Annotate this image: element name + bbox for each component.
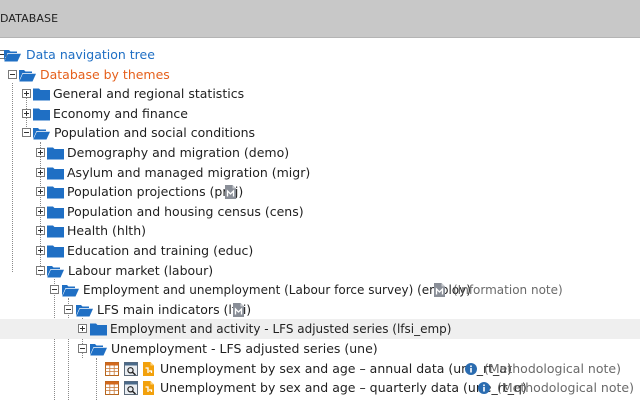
table-view-icon[interactable]: [105, 381, 119, 396]
tree-label[interactable]: Health (hlth): [67, 223, 146, 239]
tree-label[interactable]: Population projections (proj): [67, 184, 243, 200]
dataset-label[interactable]: Unemployment by sex and age – quarterly …: [160, 380, 527, 396]
tree-node-demo[interactable]: Demography and migration (demo): [0, 143, 640, 163]
tree-node-general[interactable]: General and regional statistics: [0, 84, 640, 104]
tree-label-active[interactable]: Database by themes: [40, 67, 170, 83]
tree-label[interactable]: Economy and finance: [53, 106, 188, 122]
tree-node-une-rt-a[interactable]: Unemployment by sex and age – annual dat…: [0, 359, 640, 379]
tree-label[interactable]: Demography and migration (demo): [67, 145, 289, 161]
tree-node-cens[interactable]: Population and housing census (cens): [0, 202, 640, 222]
tree-node-themes[interactable]: Database by themes: [0, 65, 640, 85]
tree-label[interactable]: Population and social conditions: [54, 125, 255, 141]
collapse-toggle[interactable]: [64, 304, 73, 314]
tree-node-migr[interactable]: Asylum and managed migration (migr): [0, 163, 640, 183]
folder-open-icon: [90, 344, 107, 356]
collapse-toggle[interactable]: [78, 344, 87, 353]
expand-toggle[interactable]: [36, 187, 45, 197]
tree-label[interactable]: Employment and activity - LFS adjusted s…: [110, 321, 451, 337]
header-title: DATABASE: [0, 12, 59, 25]
folder-open-icon: [4, 50, 21, 62]
tree-node-hlth[interactable]: Health (hlth): [0, 221, 640, 241]
metadata-document-icon[interactable]: [225, 185, 236, 200]
collapse-toggle[interactable]: [22, 128, 31, 138]
download-dataset-icon[interactable]: [143, 381, 154, 396]
expand-toggle[interactable]: [36, 167, 45, 177]
tree-node-une-rt-q[interactable]: Unemployment by sex and age – quarterly …: [0, 378, 640, 398]
folder-icon: [33, 88, 50, 101]
tree-label[interactable]: Employment and unemployment (Labour forc…: [83, 282, 471, 298]
methodological-note-link[interactable]: (Methodological note): [484, 361, 621, 377]
tree-node-root[interactable]: Data navigation tree: [0, 45, 640, 65]
expand-toggle[interactable]: [78, 324, 87, 334]
folder-icon: [47, 245, 64, 258]
tree-label[interactable]: Data navigation tree: [26, 47, 155, 63]
metadata-document-icon[interactable]: [233, 302, 244, 317]
folder-icon: [47, 225, 64, 238]
tree-node-lfsi[interactable]: LFS main indicators (lfsi): [0, 300, 640, 320]
navigation-tree: Data navigation tree Database by themes …: [0, 38, 640, 400]
collapse-toggle[interactable]: [36, 265, 45, 275]
folder-icon: [47, 147, 64, 160]
folder-icon: [90, 323, 107, 336]
tree-label[interactable]: Education and training (educ): [67, 243, 253, 259]
tree-label[interactable]: Population and housing census (cens): [67, 204, 304, 220]
tree-node-employ[interactable]: Employment and unemployment (Labour forc…: [0, 280, 640, 300]
database-header: DATABASE: [0, 0, 640, 38]
tree-node-labour[interactable]: Labour market (labour): [0, 261, 640, 281]
expand-toggle[interactable]: [36, 206, 45, 216]
metadata-document-icon[interactable]: [434, 283, 445, 298]
tree-node-economy[interactable]: Economy and finance: [0, 104, 640, 124]
tree-node-lfsi-emp[interactable]: Employment and activity - LFS adjusted s…: [0, 319, 640, 339]
expand-toggle[interactable]: [22, 108, 31, 118]
expand-toggle[interactable]: [22, 89, 31, 99]
folder-icon: [47, 186, 64, 199]
tree-node-une[interactable]: Unemployment - LFS adjusted series (une): [0, 339, 640, 359]
folder-icon: [47, 206, 64, 219]
tree-label[interactable]: LFS main indicators (lfsi): [97, 302, 251, 318]
download-dataset-icon[interactable]: [143, 361, 154, 376]
collapse-toggle[interactable]: [50, 285, 59, 295]
expand-toggle[interactable]: [36, 148, 45, 157]
folder-icon: [47, 167, 64, 180]
folder-open-icon: [62, 285, 79, 297]
info-icon[interactable]: [478, 382, 490, 395]
folder-icon: [33, 108, 50, 121]
data-explorer-icon[interactable]: [124, 381, 138, 396]
tree-node-proj[interactable]: Population projections (proj): [0, 182, 640, 202]
expand-toggle[interactable]: [36, 246, 45, 255]
info-icon[interactable]: [465, 362, 477, 375]
tree-label[interactable]: Labour market (labour): [68, 263, 213, 279]
collapse-toggle[interactable]: [8, 69, 17, 79]
dataset-label[interactable]: Unemployment by sex and age – annual dat…: [160, 361, 512, 377]
data-explorer-icon[interactable]: [124, 361, 138, 376]
table-view-icon[interactable]: [105, 361, 119, 376]
tree-label[interactable]: General and regional statistics: [53, 86, 244, 102]
expand-toggle[interactable]: [36, 226, 45, 236]
tree-node-population[interactable]: Population and social conditions: [0, 123, 640, 143]
folder-open-icon: [47, 265, 64, 278]
folder-open-icon: [19, 69, 36, 82]
folder-open-icon: [76, 304, 93, 317]
methodological-note-link[interactable]: (Methodological note): [497, 380, 634, 396]
tree-label[interactable]: Asylum and managed migration (migr): [67, 165, 310, 181]
folder-open-icon: [33, 128, 50, 140]
tree-label[interactable]: Unemployment - LFS adjusted series (une): [111, 341, 378, 357]
information-note-link[interactable]: (Information note): [453, 282, 563, 298]
tree-node-educ[interactable]: Education and training (educ): [0, 241, 640, 261]
